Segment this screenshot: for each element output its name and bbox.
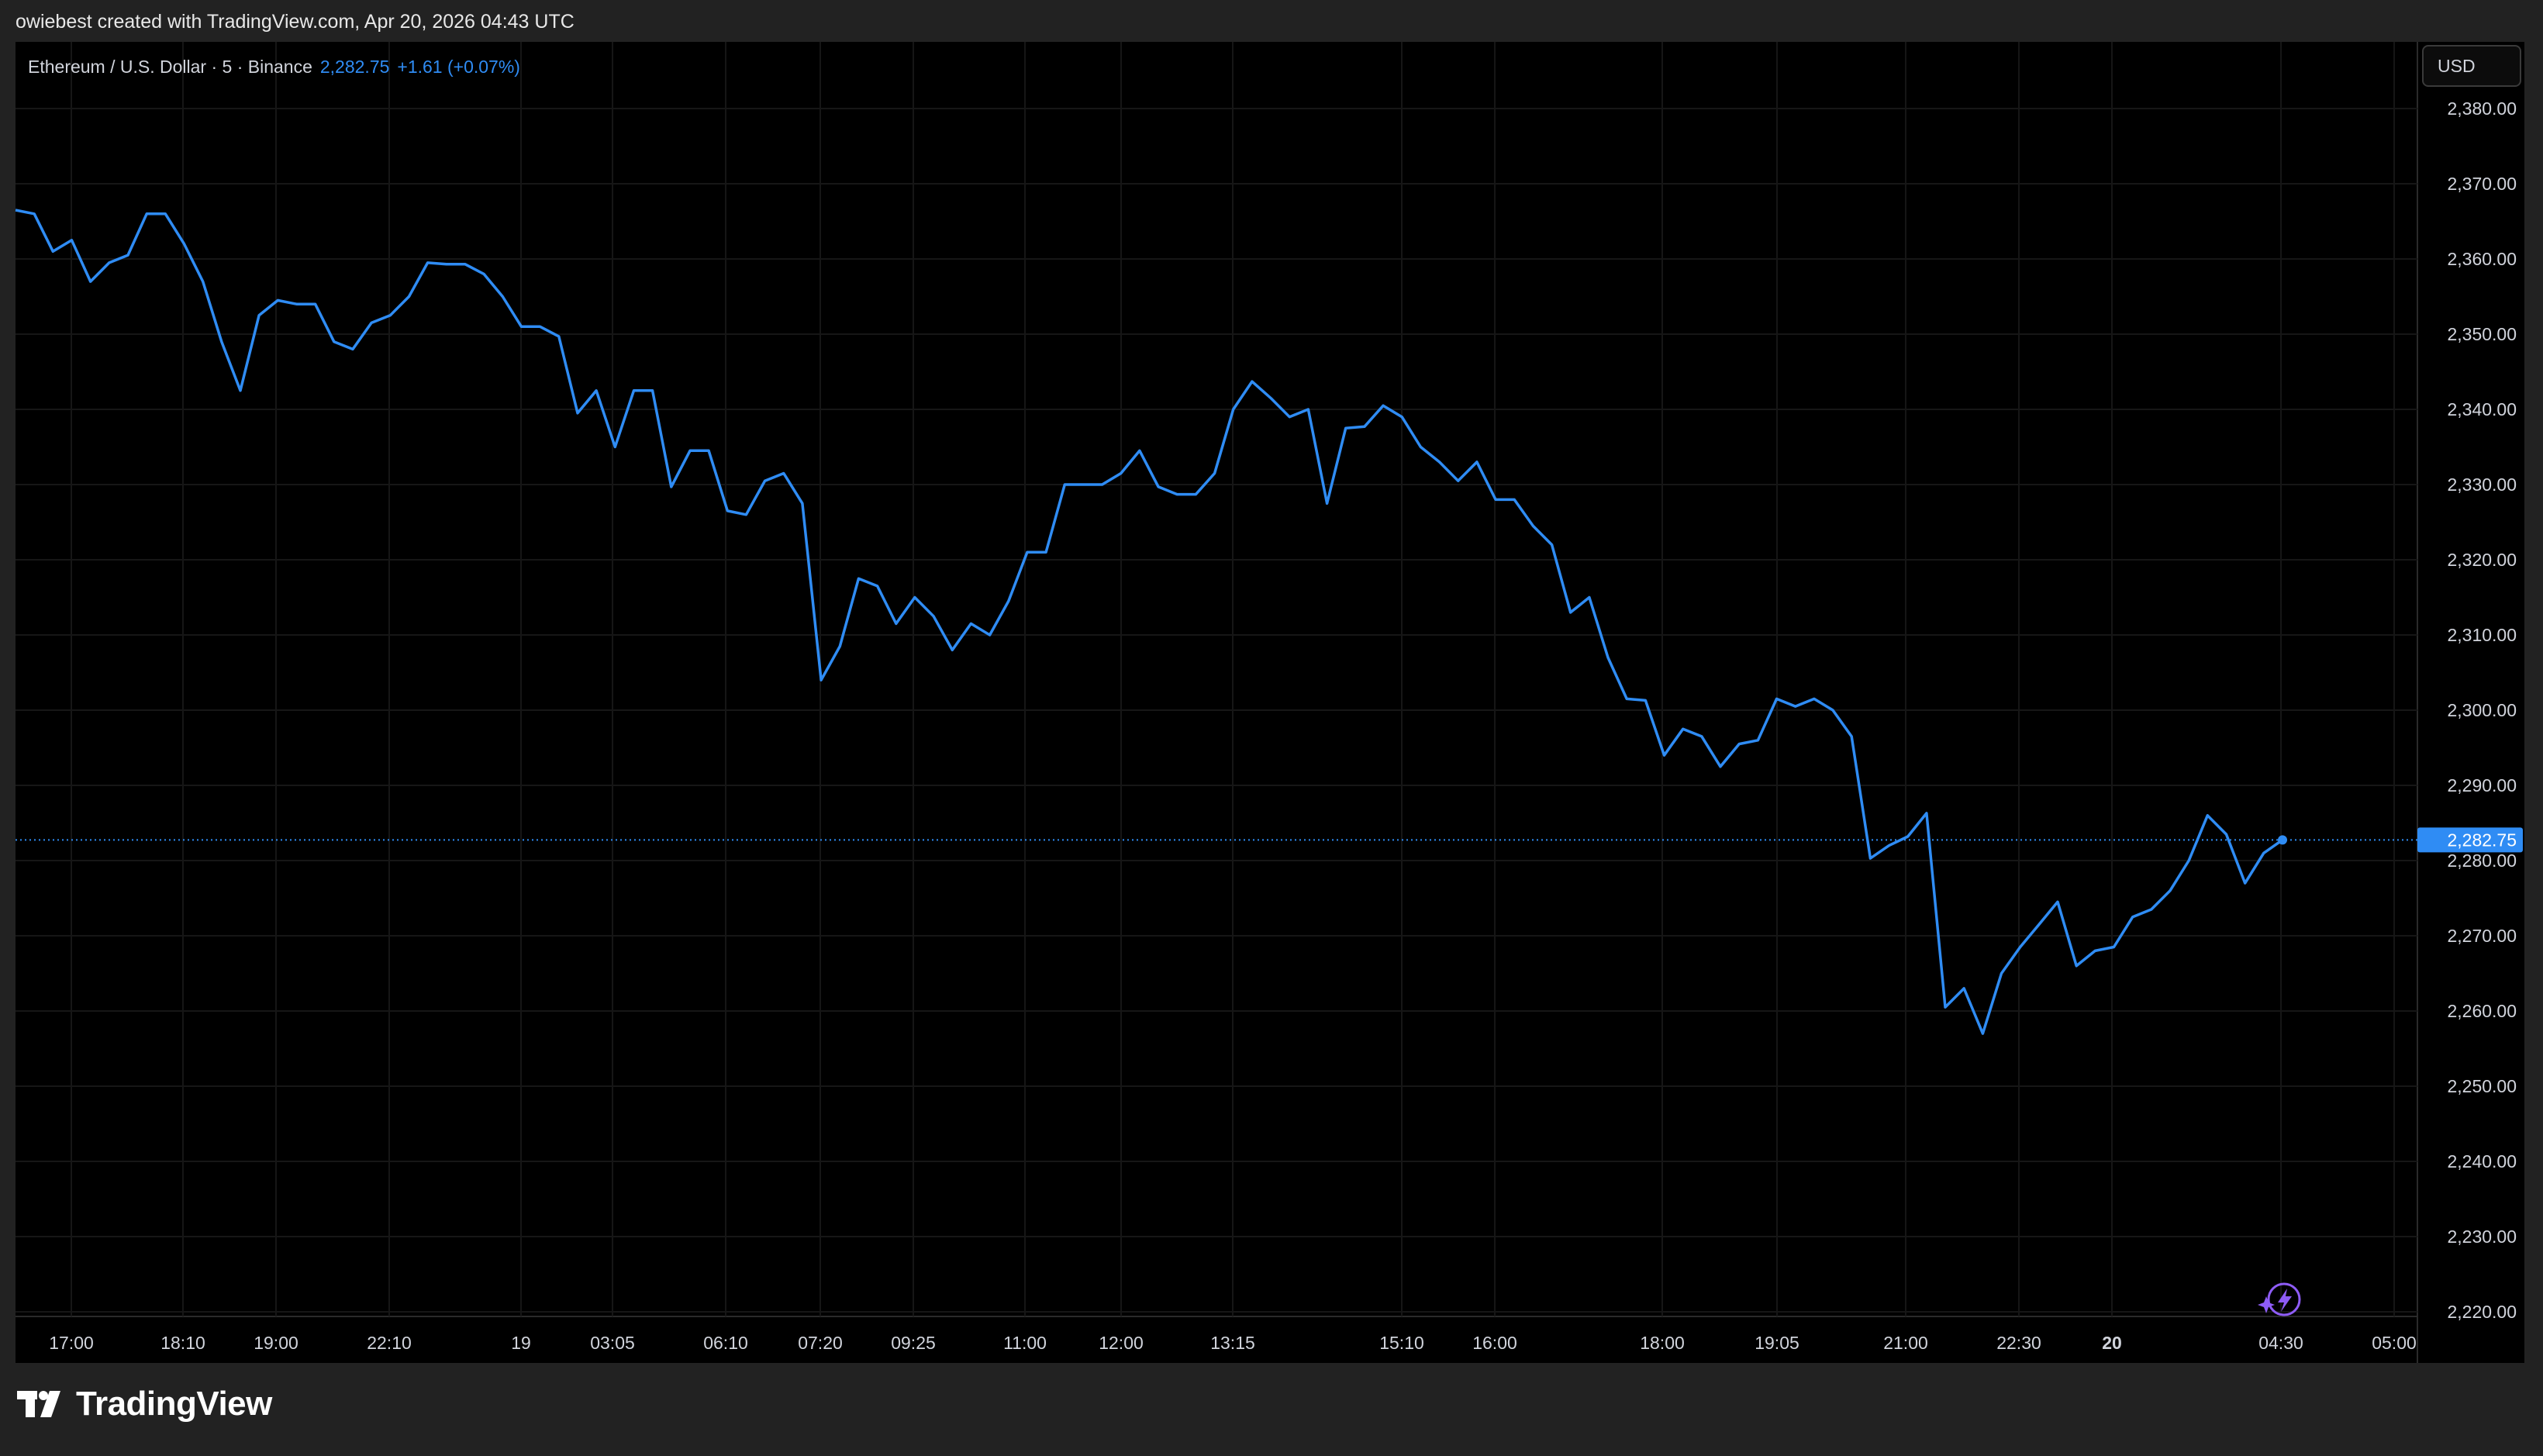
y-tick-label: 2,250.00 <box>2447 1076 2517 1096</box>
y-tick-label: 2,310.00 <box>2447 625 2517 645</box>
legend-price: 2,282.75 <box>319 57 390 77</box>
y-tick-label: 2,330.00 <box>2447 474 2517 495</box>
x-tick-label: 11:00 <box>1003 1333 1047 1353</box>
time-axis: 17:00 18:10 19:00 22:10 19 03:05 06:10 07:20 09:… <box>49 1333 2417 1353</box>
x-tick-label: 09:25 <box>891 1333 936 1353</box>
last-price-dot <box>2278 835 2287 845</box>
x-tick-label: 19:05 <box>1755 1333 1799 1353</box>
y-tick-label: 2,290.00 <box>2447 775 2517 795</box>
x-tick-label: 18:10 <box>160 1333 205 1353</box>
y-tick-label: 2,280.00 <box>2447 850 2517 871</box>
x-tick-label: 19 <box>511 1333 531 1353</box>
y-tick-label: 2,360.00 <box>2447 249 2517 269</box>
x-tick-label: 03:05 <box>590 1333 635 1353</box>
x-tick-label: 05:00 <box>2372 1333 2417 1353</box>
x-tick-label: 15:10 <box>1379 1333 1424 1353</box>
y-tick-label: 2,320.00 <box>2447 550 2517 570</box>
y-tick-label: 2,260.00 <box>2447 1001 2517 1021</box>
symbol-legend[interactable]: Ethereum / U.S. Dollar · 5 · Binance 2,28… <box>28 56 520 78</box>
x-tick-label: 12:00 <box>1099 1333 1144 1353</box>
y-tick-label: 2,350.00 <box>2447 324 2517 344</box>
y-tick-label: 2,340.00 <box>2447 399 2517 419</box>
y-tick-label: 2,370.00 <box>2447 174 2517 194</box>
overlay-layer: 2,282.75 <box>16 827 2523 1316</box>
tradingview-brand[interactable]: TradingView <box>17 1385 272 1423</box>
brand-name: TradingView <box>76 1385 272 1423</box>
x-tick-label: 04:30 <box>2258 1333 2303 1353</box>
symbol-title[interactable]: Ethereum / U.S. Dollar · 5 · Binance <box>28 57 312 77</box>
x-tick-label: 17:00 <box>49 1333 94 1353</box>
y-tick-label: 2,230.00 <box>2447 1227 2517 1247</box>
x-tick-label: 06:10 <box>703 1333 748 1353</box>
x-tick-label: 07:20 <box>798 1333 843 1353</box>
currency-button[interactable]: USD <box>2422 45 2521 87</box>
x-tick-label: 21:00 <box>1883 1333 1928 1353</box>
x-tick-label: 13:15 <box>1210 1333 1255 1353</box>
y-tick-label: 2,220.00 <box>2447 1302 2517 1322</box>
x-tick-label: 19:00 <box>254 1333 298 1353</box>
y-tick-label: 2,300.00 <box>2447 700 2517 720</box>
legend-change: +1.61 (+0.07%) <box>397 57 520 77</box>
price-axis: 2,380.00 2,370.00 2,360.00 2,350.00 2,340.00… <box>2447 98 2517 1322</box>
price-chart[interactable]: 2,380.00 2,370.00 2,360.00 2,350.00 2,340.00… <box>0 0 2543 1456</box>
grid-lines <box>16 42 2418 1363</box>
y-tick-label: 2,270.00 <box>2447 926 2517 946</box>
x-tick-label: 18:00 <box>1640 1333 1685 1353</box>
x-tick-label: 20 <box>2102 1333 2122 1353</box>
y-tick-label: 2,240.00 <box>2447 1151 2517 1171</box>
sparkle-lightning-icon[interactable] <box>2258 1282 2301 1316</box>
footer <box>0 1363 2543 1456</box>
y-tick-label: 2,380.00 <box>2447 98 2517 119</box>
x-tick-label: 22:10 <box>367 1333 412 1353</box>
x-tick-label: 16:00 <box>1472 1333 1517 1353</box>
last-price-label: 2,282.75 <box>2447 830 2517 850</box>
x-tick-label: 22:30 <box>1996 1333 2041 1353</box>
tradingview-logo-icon <box>17 1391 60 1417</box>
